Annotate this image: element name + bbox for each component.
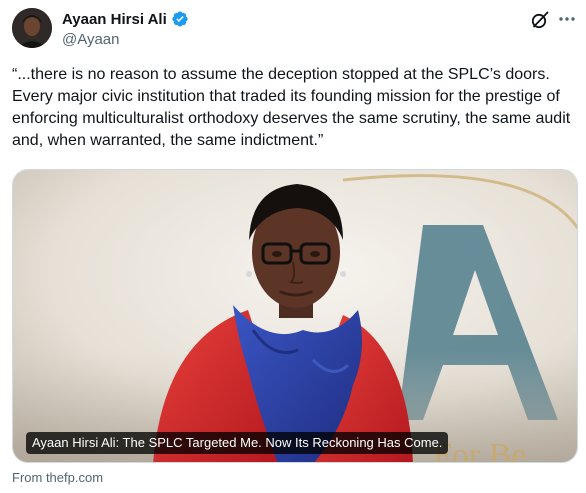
avatar[interactable]: [12, 8, 52, 48]
author-name-row: Ayaan Hirsi Ali: [62, 10, 189, 28]
more-options-button[interactable]: [556, 8, 578, 30]
author-handle[interactable]: @Ayaan: [62, 31, 120, 48]
card-image: For Be: [13, 170, 577, 462]
card-source-link[interactable]: From thefp.com: [12, 470, 103, 485]
more-horizontal-icon: [559, 17, 575, 21]
grok-icon[interactable]: [530, 10, 550, 30]
author-display-name[interactable]: Ayaan Hirsi Ali: [62, 11, 167, 28]
link-card[interactable]: For Be Ayaan Hirsi Ali: The SPLC Targete…: [12, 169, 578, 463]
avatar-image: [12, 8, 52, 48]
post-text: “...there is no reason to assume the dec…: [12, 66, 571, 149]
verified-badge-icon: [171, 10, 189, 28]
card-headline: Ayaan Hirsi Ali: The SPLC Targeted Me. N…: [26, 432, 449, 454]
post: Ayaan Hirsi Ali @Ayaan “...there is no r…: [0, 0, 586, 493]
